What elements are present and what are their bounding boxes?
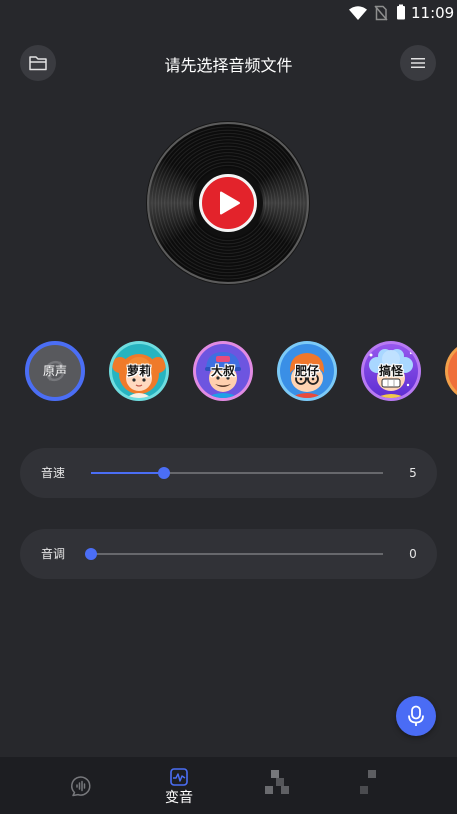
tab-label: 变音	[165, 790, 193, 806]
record-button[interactable]	[396, 696, 436, 736]
voice-label: 肥仔	[294, 364, 319, 378]
pulse-square-icon	[170, 768, 188, 786]
bottom-nav: 变音	[0, 757, 457, 814]
voice-label: 萝莉	[126, 364, 151, 378]
voice-option-funny[interactable]: 搞怪	[361, 341, 421, 401]
voice-list: 原声 萝莉 大叔 肥仔 搞怪	[0, 341, 457, 401]
play-button[interactable]	[199, 174, 257, 232]
pitch-slider-card: 音调 0	[20, 529, 437, 579]
voice-option-original[interactable]: 原声	[25, 341, 85, 401]
voice-option-partial[interactable]	[445, 341, 457, 401]
microphone-icon	[408, 705, 424, 726]
status-bar: 11:09	[0, 0, 457, 26]
voice-wave-icon	[71, 776, 91, 797]
play-icon	[220, 191, 240, 215]
speed-slider-fill	[91, 472, 164, 474]
mosaic-icon[interactable]	[264, 770, 290, 796]
speed-slider-card: 音速 5	[20, 448, 437, 498]
no-sim-icon	[374, 5, 388, 21]
battery-icon	[397, 4, 405, 20]
voice-label: 原声	[42, 364, 67, 378]
pitch-value: 0	[409, 547, 417, 561]
speed-value: 5	[409, 466, 417, 480]
speed-slider[interactable]	[91, 467, 383, 479]
vinyl-record	[147, 122, 309, 284]
voice-label: 搞怪	[378, 364, 403, 378]
pitch-slider[interactable]	[85, 548, 383, 560]
voice-option-uncle[interactable]: 大叔	[193, 341, 253, 401]
menu-icon	[411, 58, 425, 68]
speed-slider-thumb[interactable]	[158, 467, 170, 479]
tab-voice-change[interactable]: 变音	[150, 757, 208, 814]
pitch-slider-thumb[interactable]	[85, 548, 97, 560]
status-time: 11:09	[411, 4, 455, 22]
wifi-icon	[349, 6, 367, 20]
page-title: 请先选择音频文件	[164, 56, 293, 75]
voice-option-chubby[interactable]: 肥仔	[277, 341, 337, 401]
menu-button[interactable]	[400, 45, 436, 81]
mosaic-icon[interactable]	[358, 770, 384, 796]
voice-label: 大叔	[210, 364, 235, 378]
speed-label: 音速	[41, 466, 66, 480]
pitch-label: 音调	[41, 547, 66, 561]
voice-option-loli[interactable]: 萝莉	[109, 341, 169, 401]
tab-voice[interactable]	[52, 757, 110, 814]
